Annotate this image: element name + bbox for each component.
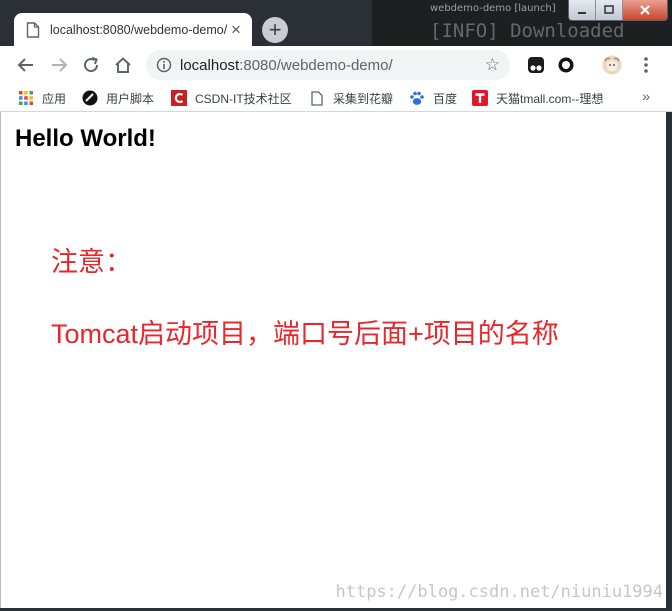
bookmark-item-csdn[interactable]: CSDN-IT技术社区: [171, 89, 301, 107]
tab-strip: localhost:8080/webdemo-demo/ × +: [0, 0, 672, 46]
url-text[interactable]: localhost:8080/webdemo-demo/: [180, 57, 485, 74]
browser-toolbar: localhost:8080/webdemo-demo/ ☆: [0, 46, 672, 84]
window-controls: [568, 0, 668, 21]
home-button[interactable]: [113, 55, 133, 75]
tmall-icon: [472, 90, 488, 106]
bookmark-item-huaban[interactable]: 采集到花瓣: [309, 89, 401, 107]
note-label: 注意：: [51, 247, 132, 277]
reload-icon: [84, 57, 99, 73]
bookmark-label: CSDN-IT技术社区: [195, 91, 292, 106]
csdn-icon: [171, 90, 187, 106]
bookmark-label: 采集到花瓣: [333, 91, 394, 106]
bookmarks-overflow-button[interactable]: »: [642, 88, 650, 104]
bookmark-label: 百度: [433, 91, 458, 106]
back-button[interactable]: [16, 55, 36, 75]
menu-button[interactable]: [636, 55, 656, 75]
url-host: localhost: [180, 56, 240, 74]
bookmark-label: 应用: [42, 91, 67, 106]
bookmark-label: 天猫tmall.com--理想: [496, 91, 604, 106]
back-arrow-icon: [17, 58, 33, 72]
close-icon: [640, 5, 650, 15]
window-right-edge: [666, 112, 672, 611]
bookmark-label: 用户脚本: [106, 91, 155, 106]
extension-button[interactable]: [556, 55, 576, 75]
address-bar[interactable]: localhost:8080/webdemo-demo/ ☆: [146, 50, 510, 80]
url-path: :8080/webdemo-demo/: [239, 56, 393, 74]
bookmark-item-baidu[interactable]: 百度: [409, 89, 465, 107]
minimize-button[interactable]: [569, 0, 596, 20]
maximize-icon: [604, 5, 614, 14]
forward-arrow-icon: [52, 58, 68, 72]
close-window-button[interactable]: [623, 0, 667, 20]
page-icon: [309, 90, 325, 106]
browser-window: localhost:8080/webdemo-demo/ × + localho…: [0, 0, 672, 611]
info-icon[interactable]: [156, 57, 172, 73]
bookmark-star-icon[interactable]: ☆: [485, 55, 500, 75]
extension-button[interactable]: [526, 55, 546, 75]
forward-button[interactable]: [49, 55, 69, 75]
page-content: Hello World! 注意： Tomcat启动项目，端口号后面+项目的名称 …: [0, 112, 667, 608]
minimize-icon: [578, 12, 586, 14]
apps-grid-icon: [18, 90, 34, 106]
bookmarks-bar: 应用 用户脚本 CSDN-IT技术社区 采集到花瓣 百度 天猫tmall.com…: [0, 84, 672, 112]
tab-title: localhost:8080/webdemo-demo/: [50, 22, 228, 37]
baidu-paw-icon: [409, 90, 425, 106]
userscript-icon: [82, 90, 98, 106]
avatar-icon: [602, 55, 622, 75]
bookmark-item-apps[interactable]: 应用: [18, 89, 78, 107]
kebab-menu-icon: [644, 57, 648, 73]
page-heading: Hello World!: [15, 125, 156, 152]
note-text: Tomcat启动项目，端口号后面+项目的名称: [51, 319, 559, 349]
tab-active[interactable]: localhost:8080/webdemo-demo/ ×: [14, 13, 252, 46]
bookmark-item-tmall[interactable]: 天猫tmall.com--理想: [472, 89, 612, 107]
bookmark-item-userscript[interactable]: 用户脚本: [82, 89, 162, 107]
watermark: https://blog.csdn.net/niuniu1994: [335, 582, 663, 602]
profile-avatar[interactable]: [602, 55, 622, 75]
reload-button[interactable]: [81, 55, 101, 75]
new-tab-button[interactable]: +: [262, 17, 288, 43]
tampermonkey-icon: [528, 57, 544, 73]
ring-extension-icon: [558, 57, 574, 73]
page-icon: [26, 21, 40, 38]
maximize-button[interactable]: [596, 0, 623, 20]
home-icon: [115, 57, 131, 73]
tab-close-icon[interactable]: ×: [228, 21, 244, 38]
